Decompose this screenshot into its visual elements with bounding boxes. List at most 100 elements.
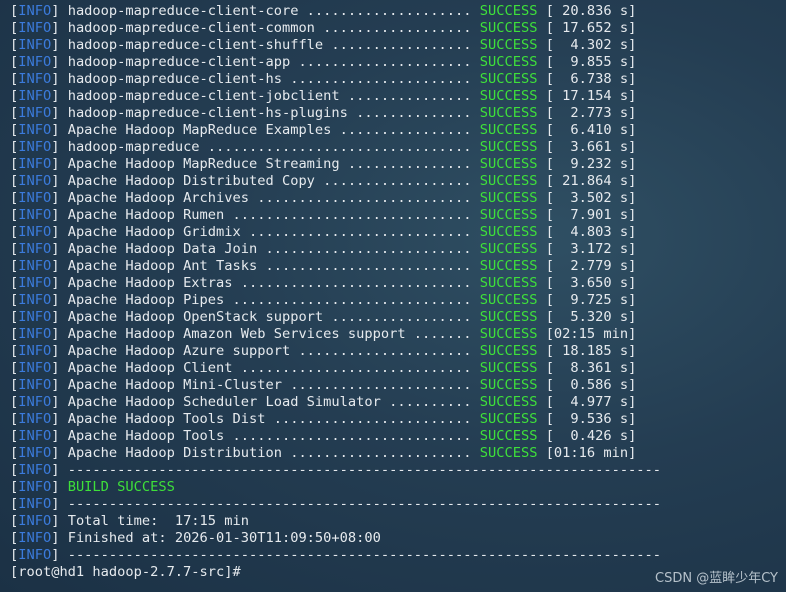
status-success: SUCCESS xyxy=(479,411,538,427)
module-name: hadoop-mapreduce-client-common .........… xyxy=(67,20,472,36)
bracket-open: [ xyxy=(10,241,19,257)
separator: ----------------------------------------… xyxy=(67,496,662,512)
bracket-close: ] xyxy=(51,394,68,410)
shell-prompt[interactable]: [root@hd1 hadoop-2.7.7-src]# xyxy=(10,564,241,580)
module-name: Apache Hadoop Rumen ....................… xyxy=(67,207,472,223)
status-success: SUCCESS xyxy=(479,156,538,172)
build-time: [ 3.172 s] xyxy=(545,241,637,257)
bracket-close: ] xyxy=(51,156,68,172)
info-tag: INFO xyxy=(18,513,52,529)
info-tag: INFO xyxy=(18,462,52,478)
log-line: [INFO] Apache Hadoop Azure support .....… xyxy=(10,343,636,360)
build-time: [ 20.836 s] xyxy=(545,3,637,19)
bracket-open: [ xyxy=(10,3,19,19)
build-time: [ 9.725 s] xyxy=(545,292,637,308)
status-success: SUCCESS xyxy=(479,309,538,325)
terminal-window[interactable]: [INFO] hadoop-mapreduce-client-core ....… xyxy=(0,0,786,592)
separator-line: [INFO] ---------------------------------… xyxy=(10,547,661,564)
build-time: [ 9.232 s] xyxy=(545,156,637,172)
bracket-open: [ xyxy=(10,224,19,240)
bracket-open: [ xyxy=(10,479,19,495)
module-name: Apache Hadoop Distribution .............… xyxy=(67,445,472,461)
module-name: hadoop-mapreduce-client-core ...........… xyxy=(67,3,472,19)
build-time: [ 17.154 s] xyxy=(545,88,637,104)
info-tag: INFO xyxy=(18,496,52,512)
bracket-close: ] xyxy=(51,224,68,240)
log-line: [INFO] Apache Hadoop Client ............… xyxy=(10,360,636,377)
bracket-open: [ xyxy=(10,360,19,376)
module-name: hadoop-mapreduce-client-hs-plugins .....… xyxy=(67,105,472,121)
bracket-close: ] xyxy=(51,122,68,138)
prompt-line: [root@hd1 hadoop-2.7.7-src]# xyxy=(10,564,249,581)
module-name: Apache Hadoop Mini-Cluster .............… xyxy=(67,377,472,393)
module-name: Apache Hadoop Ant Tasks ................… xyxy=(67,258,472,274)
bracket-close: ] xyxy=(51,530,68,546)
info-tag: INFO xyxy=(18,547,52,563)
bracket-close: ] xyxy=(51,20,68,36)
info-tag: INFO xyxy=(18,292,52,308)
bracket-open: [ xyxy=(10,292,19,308)
status-success: SUCCESS xyxy=(479,343,538,359)
build-time: [ 0.586 s] xyxy=(545,377,637,393)
status-success: SUCCESS xyxy=(479,224,538,240)
log-line: [INFO] hadoop-mapreduce-client-app .....… xyxy=(10,54,636,71)
status-success: SUCCESS xyxy=(479,428,538,444)
build-time: [ 17.652 s] xyxy=(545,20,637,36)
bracket-close: ] xyxy=(51,513,68,529)
log-line: [INFO] hadoop-mapreduce-client-hs ......… xyxy=(10,71,636,88)
module-name: hadoop-mapreduce-client-shuffle ........… xyxy=(67,37,472,53)
bracket-open: [ xyxy=(10,156,19,172)
bracket-close: ] xyxy=(51,241,68,257)
bracket-open: [ xyxy=(10,139,19,155)
bracket-open: [ xyxy=(10,122,19,138)
status-success: SUCCESS xyxy=(479,190,538,206)
module-name: Apache Hadoop MapReduce Examples .......… xyxy=(67,122,472,138)
build-success: BUILD SUCCESS xyxy=(67,479,175,495)
build-time: [ 3.502 s] xyxy=(545,190,637,206)
info-tag: INFO xyxy=(18,139,52,155)
build-time: [ 8.361 s] xyxy=(545,360,637,376)
build-time: [ 2.779 s] xyxy=(545,258,637,274)
log-line: [INFO] hadoop-mapreduce-client-jobclient… xyxy=(10,88,636,105)
info-tag: INFO xyxy=(18,309,52,325)
info-tag: INFO xyxy=(18,377,52,393)
bracket-open: [ xyxy=(10,547,19,563)
bracket-open: [ xyxy=(10,88,19,104)
module-name: Apache Hadoop Tools ....................… xyxy=(67,428,472,444)
module-name: Apache Hadoop Amazon Web Services suppor… xyxy=(67,326,472,342)
bracket-close: ] xyxy=(51,343,68,359)
info-tag: INFO xyxy=(18,275,52,291)
bracket-open: [ xyxy=(10,377,19,393)
build-time: [ 0.426 s] xyxy=(545,428,637,444)
info-tag: INFO xyxy=(18,207,52,223)
build-time: [ 9.855 s] xyxy=(545,54,637,70)
cursor xyxy=(241,564,249,579)
status-success: SUCCESS xyxy=(479,241,538,257)
status-success: SUCCESS xyxy=(479,105,538,121)
status-success: SUCCESS xyxy=(479,3,538,19)
bracket-open: [ xyxy=(10,190,19,206)
bracket-open: [ xyxy=(10,326,19,342)
separator-line: [INFO] ---------------------------------… xyxy=(10,462,661,479)
bracket-close: ] xyxy=(51,37,68,53)
module-name: Apache Hadoop Extras ...................… xyxy=(67,275,472,291)
status-success: SUCCESS xyxy=(479,20,538,36)
module-name: Apache Hadoop Archives .................… xyxy=(67,190,472,206)
module-name: Apache Hadoop Pipes ....................… xyxy=(67,292,472,308)
log-line: [INFO] hadoop-mapreduce-client-common ..… xyxy=(10,20,636,37)
log-line: [INFO] hadoop-mapreduce-client-hs-plugin… xyxy=(10,105,636,122)
status-success: SUCCESS xyxy=(479,360,538,376)
log-line: [INFO] Apache Hadoop Distributed Copy ..… xyxy=(10,173,636,190)
info-tag: INFO xyxy=(18,3,52,19)
status-success: SUCCESS xyxy=(479,258,538,274)
bracket-open: [ xyxy=(10,207,19,223)
build-time: [ 4.302 s] xyxy=(545,37,637,53)
module-name: hadoop-mapreduce-client-hs .............… xyxy=(67,71,472,87)
log-line: [INFO] Apache Hadoop Data Join .........… xyxy=(10,241,636,258)
log-line: [INFO] Apache Hadoop Scheduler Load Simu… xyxy=(10,394,636,411)
bracket-close: ] xyxy=(51,411,68,427)
build-time: [ 2.773 s] xyxy=(545,105,637,121)
bracket-open: [ xyxy=(10,173,19,189)
module-name: Apache Hadoop Tools Dist ...............… xyxy=(67,411,472,427)
info-tag: INFO xyxy=(18,20,52,36)
